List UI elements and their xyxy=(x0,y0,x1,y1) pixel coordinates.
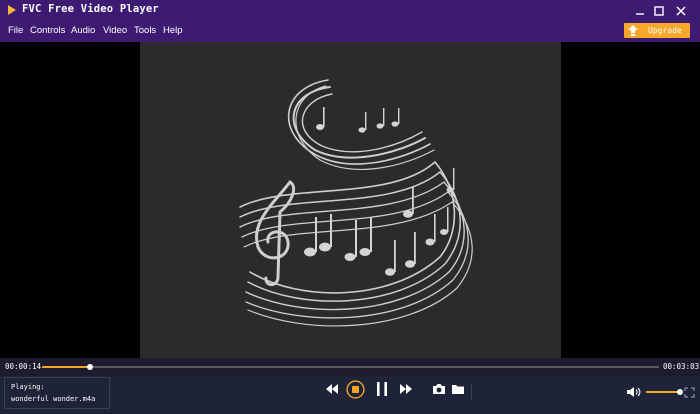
total-time: 00:03:03 xyxy=(663,362,700,371)
stop-icon xyxy=(346,380,365,399)
pause-button[interactable] xyxy=(376,382,388,396)
seek-bar: 00:00:14 00:03:03 xyxy=(0,358,700,376)
video-player-window: FVC Free Video Player File Controls Audi… xyxy=(0,0,700,414)
seek-handle[interactable] xyxy=(86,364,93,370)
volume-slider[interactable] xyxy=(646,389,684,395)
music-notes-artwork xyxy=(239,79,473,327)
close-button[interactable] xyxy=(672,2,690,20)
close-icon xyxy=(676,6,686,16)
menu-controls[interactable]: Controls xyxy=(30,25,65,36)
volume-handle[interactable] xyxy=(677,389,684,395)
maximize-icon xyxy=(654,6,664,16)
seek-progress xyxy=(42,366,90,368)
stop-button[interactable] xyxy=(346,380,365,399)
minimize-icon xyxy=(636,13,644,15)
current-time: 00:00:14 xyxy=(5,362,42,371)
menu-file[interactable]: File xyxy=(8,25,23,36)
upgrade-arrow-icon xyxy=(628,25,638,36)
upgrade-label: Upgrade xyxy=(648,26,682,35)
video-frame xyxy=(140,42,561,358)
fullscreen-icon xyxy=(684,387,695,398)
app-logo-icon xyxy=(8,5,16,15)
app-title: FVC Free Video Player xyxy=(22,3,159,15)
maximize-button[interactable] xyxy=(650,2,668,20)
minimize-button[interactable] xyxy=(631,2,649,20)
menu-bar: File Controls Audio Video Tools Help Upg… xyxy=(0,22,700,42)
menu-help[interactable]: Help xyxy=(163,25,183,36)
now-playing-filename: wonderful wonder.m4a xyxy=(11,395,96,403)
control-divider xyxy=(471,384,472,400)
rewind-button[interactable] xyxy=(325,383,339,395)
pause-icon xyxy=(377,382,387,396)
folder-icon xyxy=(452,385,464,394)
title-bar: FVC Free Video Player xyxy=(0,0,700,22)
upgrade-button[interactable]: Upgrade xyxy=(624,23,690,38)
camera-icon xyxy=(433,384,445,394)
fullscreen-button[interactable] xyxy=(684,387,695,398)
video-display[interactable] xyxy=(0,42,700,358)
snapshot-button[interactable] xyxy=(432,383,446,395)
menu-audio[interactable]: Audio xyxy=(71,25,95,36)
volume-level xyxy=(646,391,681,393)
menu-tools[interactable]: Tools xyxy=(134,25,156,36)
now-playing-panel: Playing: wonderful wonder.m4a xyxy=(4,377,110,409)
fast-forward-button[interactable] xyxy=(399,383,413,395)
volume-icon xyxy=(627,387,641,397)
seek-track[interactable] xyxy=(42,364,659,370)
control-bar: Playing: wonderful wonder.m4a xyxy=(0,376,700,414)
open-folder-button[interactable] xyxy=(451,383,465,395)
fast-forward-icon xyxy=(400,384,412,394)
menu-video[interactable]: Video xyxy=(103,25,127,36)
volume-button[interactable] xyxy=(626,386,641,398)
now-playing-label: Playing: xyxy=(11,383,45,391)
rewind-icon xyxy=(326,384,338,394)
